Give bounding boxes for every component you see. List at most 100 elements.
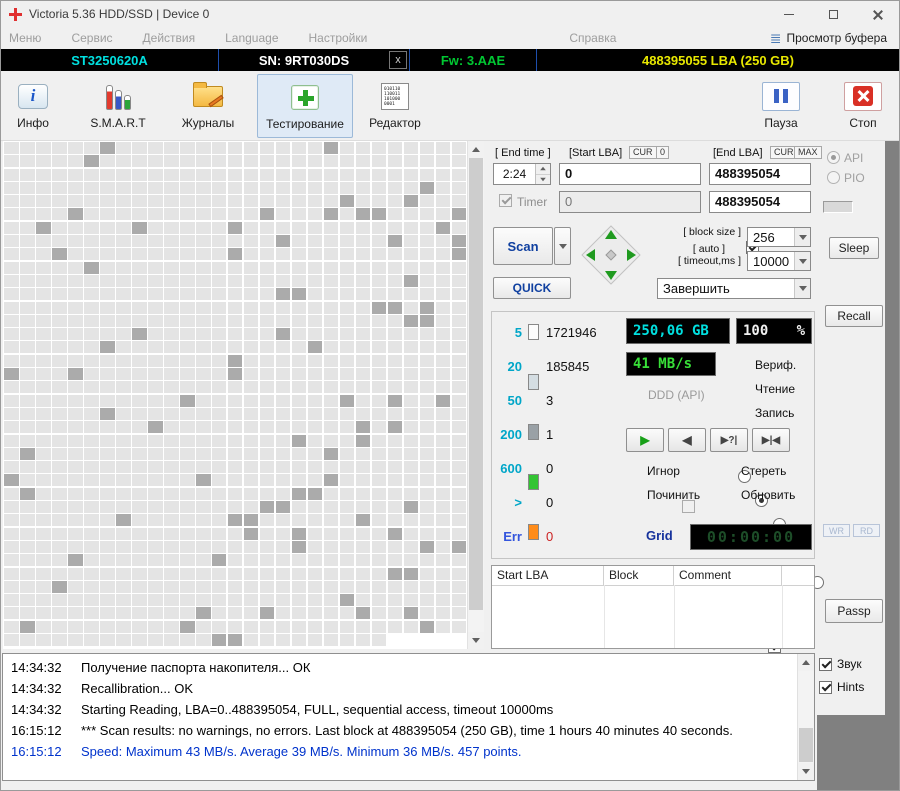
- scan-cell: [132, 248, 147, 260]
- passport-button[interactable]: Passp: [825, 599, 883, 623]
- jump-end-button[interactable]: ▶|◀: [752, 428, 790, 452]
- stop-button[interactable]: Стоп: [837, 74, 889, 138]
- quick-button[interactable]: QUICK: [493, 277, 571, 299]
- log-scrollbar[interactable]: [797, 654, 814, 780]
- end-lba-input[interactable]: 488395054: [709, 163, 811, 185]
- recall-button[interactable]: Recall: [825, 305, 883, 327]
- scan-cell: [356, 514, 371, 526]
- scan-cell: [340, 155, 355, 167]
- minimize-button[interactable]: [767, 1, 811, 27]
- timeout-select[interactable]: 10000: [747, 251, 811, 271]
- scan-cell: [84, 421, 99, 433]
- spin-down-icon[interactable]: [536, 175, 550, 185]
- log-scrollbar-thumb[interactable]: [799, 728, 813, 762]
- close-button[interactable]: [855, 1, 899, 27]
- timer-to-input[interactable]: 488395054: [709, 191, 811, 213]
- scan-cell: [196, 488, 211, 500]
- scan-cell: [388, 448, 403, 460]
- grid-scrollbar[interactable]: [467, 141, 484, 649]
- scan-cell: [52, 514, 67, 526]
- buffer-view-button[interactable]: ≣ Просмотр буфера: [770, 30, 887, 47]
- scan-cell: [36, 248, 51, 260]
- info-button[interactable]: i Инфо: [7, 74, 59, 138]
- grid-scrollbar-thumb[interactable]: [469, 158, 483, 610]
- scan-cell: [180, 381, 195, 393]
- scan-cell: [452, 435, 467, 447]
- scan-cell: [356, 581, 371, 593]
- scroll-up-icon[interactable]: [468, 141, 484, 158]
- scan-cell: [68, 355, 83, 367]
- scan-cell: [260, 488, 275, 500]
- on-end-action-select[interactable]: Завершить: [657, 278, 811, 299]
- sleep-button[interactable]: Sleep: [829, 237, 879, 259]
- scan-cell: [308, 568, 323, 580]
- pio-radio[interactable]: [827, 171, 840, 184]
- scan-cell: [404, 235, 419, 247]
- hints-checkbox[interactable]: [819, 681, 832, 694]
- dpad-up-icon[interactable]: [605, 230, 617, 239]
- sound-checkbox[interactable]: [819, 658, 832, 671]
- scan-dropdown-button[interactable]: [554, 227, 571, 265]
- play-button[interactable]: ▶: [626, 428, 664, 452]
- api-radio[interactable]: [827, 151, 840, 164]
- scan-cell: [404, 421, 419, 433]
- block-size-select[interactable]: 256: [747, 227, 811, 247]
- jump-next-defect-button[interactable]: ▶?|: [710, 428, 748, 452]
- end-time-spinner[interactable]: 2:24: [493, 163, 551, 185]
- scan-cell: [260, 275, 275, 287]
- scroll-down-icon[interactable]: [468, 632, 484, 649]
- scan-cell: [52, 435, 67, 447]
- editor-button[interactable]: 010110 110011 101000 0001 Редактор: [361, 74, 429, 138]
- wr-button[interactable]: WR: [823, 524, 850, 537]
- menu-item-service[interactable]: Сервис: [71, 31, 112, 45]
- scan-cell: [20, 302, 35, 314]
- scan-cell: [4, 275, 19, 287]
- scan-cell: [164, 634, 179, 646]
- dpad-right-icon[interactable]: [627, 249, 636, 261]
- smart-button[interactable]: S.M.A.R.T: [83, 74, 153, 138]
- start-lba-cur-button[interactable]: CUR: [629, 146, 657, 159]
- scan-cell: [372, 248, 387, 260]
- start-lba-input[interactable]: 0: [559, 163, 701, 185]
- scroll-up-icon[interactable]: [798, 654, 814, 671]
- scan-cell: [68, 142, 83, 154]
- scan-cell: [68, 328, 83, 340]
- scan-cell: [436, 488, 451, 500]
- dpad-down-icon[interactable]: [605, 271, 617, 280]
- scan-cell: [148, 195, 163, 207]
- scan-cell: [132, 222, 147, 234]
- rd-button[interactable]: RD: [853, 524, 880, 537]
- seek-dpad[interactable]: [581, 225, 641, 285]
- scan-cell: [116, 275, 131, 287]
- pause-button[interactable]: Пауза: [753, 74, 809, 138]
- step-back-button[interactable]: ◀: [668, 428, 706, 452]
- scan-cell: [244, 568, 259, 580]
- start-lba-cur-value[interactable]: 0: [656, 146, 669, 159]
- journals-button[interactable]: Журналы: [173, 74, 243, 138]
- menu-item-language[interactable]: Language: [225, 31, 278, 45]
- testing-button[interactable]: Тестирование: [257, 74, 353, 138]
- table-column-line: [674, 585, 675, 648]
- scan-cell: [20, 262, 35, 274]
- scan-cell: [340, 288, 355, 300]
- timer-checkbox[interactable]: [499, 194, 512, 207]
- scan-cell: [388, 208, 403, 220]
- spin-up-icon[interactable]: [536, 164, 550, 175]
- scan-cell: [420, 368, 435, 380]
- menu-item-menu[interactable]: Меню: [9, 31, 41, 45]
- scan-cell: [436, 275, 451, 287]
- menu-item-help[interactable]: Справка: [569, 31, 616, 45]
- maximize-button[interactable]: [811, 1, 855, 27]
- scan-button[interactable]: Scan: [493, 227, 553, 265]
- chevron-down-icon: [794, 252, 810, 270]
- serial-clear-button[interactable]: x: [389, 51, 407, 69]
- menu-item-settings[interactable]: Настройки: [309, 31, 368, 45]
- scan-cell: [100, 368, 115, 380]
- scan-cell: [340, 302, 355, 314]
- end-lba-max-button[interactable]: MAX: [794, 146, 822, 159]
- scan-cell: [276, 248, 291, 260]
- dpad-left-icon[interactable]: [586, 249, 595, 261]
- scan-cell: [244, 182, 259, 194]
- menu-item-actions[interactable]: Действия: [143, 31, 196, 45]
- scroll-down-icon[interactable]: [798, 763, 814, 780]
